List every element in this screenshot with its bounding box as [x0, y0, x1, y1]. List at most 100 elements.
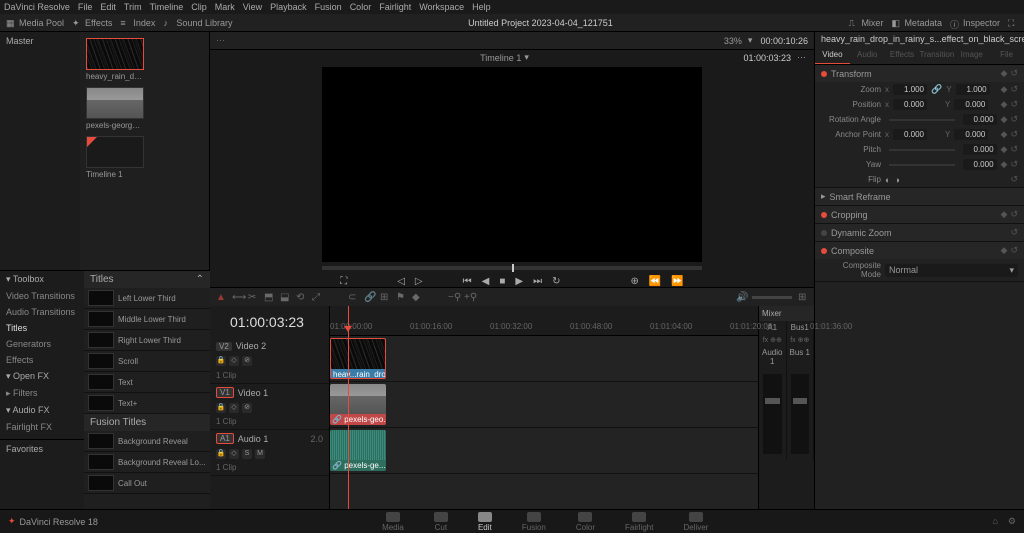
audiofx-header[interactable]: ▾ Audio FX: [0, 402, 84, 419]
collapse-icon[interactable]: ⌃: [196, 274, 204, 285]
composite-header[interactable]: Composite◆↺: [815, 242, 1024, 259]
pos-x[interactable]: 0.000: [893, 99, 927, 110]
title-item[interactable]: Left Lower Third: [84, 288, 210, 309]
title-item[interactable]: Right Lower Third: [84, 330, 210, 351]
flip-v-icon[interactable]: ◑: [894, 175, 899, 185]
dynamic-zoom-header[interactable]: Dynamic Zoom↺: [815, 224, 1024, 241]
menu-workspace[interactable]: Workspace: [419, 2, 464, 12]
rotation-val[interactable]: 0.000: [963, 114, 997, 125]
prev-frame-icon[interactable]: ◀: [482, 276, 490, 287]
timeline-thumb[interactable]: Timeline 1: [86, 136, 144, 179]
inspector-tab-transition[interactable]: Transition: [919, 46, 954, 64]
mixer-button[interactable]: ⎍Mixer: [848, 18, 883, 28]
menu-edit[interactable]: Edit: [100, 2, 116, 12]
insert-icon[interactable]: ⬒: [264, 292, 274, 302]
menu-view[interactable]: View: [243, 2, 262, 12]
fader-bus1[interactable]: [791, 374, 810, 454]
last-frame-icon[interactable]: ⏭: [533, 276, 542, 287]
smart-reframe-header[interactable]: ▸Smart Reframe: [815, 188, 1024, 205]
mark-in-icon[interactable]: ◁: [397, 276, 405, 287]
timeline-timecode[interactable]: 01:00:03:23: [210, 306, 329, 338]
clip-a1[interactable]: 🔗 pexels-ge...: [330, 430, 386, 471]
reset-icon[interactable]: ↺: [1010, 68, 1018, 79]
track-lane-a1[interactable]: 🔗 pexels-ge...: [330, 428, 758, 474]
blade-tool-icon[interactable]: ✂: [248, 292, 258, 302]
inspector-tab-audio[interactable]: Audio: [850, 46, 885, 64]
menu-help[interactable]: Help: [472, 2, 491, 12]
yaw-val[interactable]: 0.000: [963, 159, 997, 170]
flag-icon[interactable]: ⚑: [396, 292, 406, 302]
link-icon[interactable]: 🔗: [364, 292, 374, 302]
toolbox-titles[interactable]: Titles: [0, 320, 84, 336]
timeline-ruler[interactable]: 01:00:00:00 01:00:16:00 01:00:32:00 01:0…: [330, 306, 758, 336]
link-icon[interactable]: 🔗: [931, 84, 942, 95]
title-item[interactable]: Background Reveal Lo...: [84, 452, 210, 473]
page-media[interactable]: Media: [382, 512, 404, 532]
menu-fusion[interactable]: Fusion: [315, 2, 342, 12]
track-head-v1[interactable]: V1Video 1 🔒◇⊘ 1 Clip: [210, 384, 329, 430]
fit-icon[interactable]: ⤢: [312, 292, 322, 302]
zoom-in-icon[interactable]: +⚲: [464, 292, 474, 302]
track-head-v2[interactable]: V2Video 2 🔒◇⊘ 1 Clip: [210, 338, 329, 384]
volume-icon[interactable]: 🔊: [736, 292, 746, 302]
timeline-name[interactable]: Timeline 1: [480, 53, 521, 63]
openfx-header[interactable]: ▾ Open FX: [0, 368, 84, 385]
toolbox-effects[interactable]: Effects: [0, 352, 84, 368]
menu-file[interactable]: File: [78, 2, 93, 12]
composite-mode-select[interactable]: Normal▾: [885, 264, 1018, 277]
settings-icon[interactable]: ⚙: [1008, 516, 1016, 527]
clip-thumb[interactable]: pexels-george-mo...: [86, 87, 144, 130]
yaw-slider[interactable]: [889, 164, 955, 166]
track-lane-v2[interactable]: heav...rain_dro...: [330, 336, 758, 382]
overwrite-icon[interactable]: ⬓: [280, 292, 290, 302]
playhead[interactable]: [348, 306, 349, 509]
flip-h-icon[interactable]: ◐: [885, 175, 890, 185]
menu-mark[interactable]: Mark: [215, 2, 235, 12]
match-frame-icon[interactable]: ⊕: [630, 276, 638, 287]
zoom-pct[interactable]: 33%: [724, 36, 742, 46]
clip-v2[interactable]: heav...rain_dro...: [330, 338, 386, 379]
track-head-a1[interactable]: A1Audio 12.0 🔒◇SM 1 Clip: [210, 430, 329, 476]
master-bin[interactable]: Master: [0, 32, 80, 50]
timeline-options-icon[interactable]: ⊞: [798, 292, 808, 302]
auto-select-icon[interactable]: ◇: [229, 356, 239, 366]
page-cut[interactable]: Cut: [434, 512, 448, 532]
inspector-button[interactable]: ⓘInspector: [950, 18, 1000, 28]
inspector-tab-image[interactable]: Image: [954, 46, 989, 64]
replace-icon[interactable]: ⟲: [296, 292, 306, 302]
selection-tool-icon[interactable]: ▲: [216, 292, 226, 302]
page-color[interactable]: Color: [576, 512, 595, 532]
title-item[interactable]: Text+: [84, 393, 210, 414]
track-lane-v1[interactable]: 🔗 pexels-geo...: [330, 382, 758, 428]
trim-tool-icon[interactable]: ⟷: [232, 292, 242, 302]
transform-header[interactable]: Transform◆↺: [815, 65, 1024, 82]
menu-trim[interactable]: Trim: [124, 2, 142, 12]
toolbox-fairlightfx[interactable]: Fairlight FX: [0, 419, 84, 435]
play-icon[interactable]: ▶: [515, 276, 523, 287]
menu-color[interactable]: Color: [350, 2, 372, 12]
inspector-tab-file[interactable]: File: [989, 46, 1024, 64]
pos-y[interactable]: 0.000: [954, 99, 988, 110]
toolbox-video-transitions[interactable]: Video Transitions: [0, 288, 84, 304]
effects-button[interactable]: ✦Effects: [72, 18, 112, 28]
home-icon[interactable]: ⌂: [992, 516, 997, 527]
page-deliver[interactable]: Deliver: [683, 512, 708, 532]
menu-playback[interactable]: Playback: [270, 2, 307, 12]
title-item[interactable]: Middle Lower Third: [84, 309, 210, 330]
disable-icon[interactable]: ⊘: [242, 356, 252, 366]
keyframe-icon[interactable]: ◆: [1001, 68, 1008, 79]
toolbox-header[interactable]: ▾ Toolbox: [0, 271, 84, 288]
cropping-header[interactable]: Cropping◆↺: [815, 206, 1024, 223]
first-frame-icon[interactable]: ⏮: [463, 276, 472, 287]
metadata-button[interactable]: ◧Metadata: [891, 18, 942, 28]
lock-icon[interactable]: 🔒: [216, 356, 226, 366]
viewer[interactable]: [322, 67, 702, 262]
loop-icon[interactable]: ↻: [552, 276, 560, 287]
toolbox-filters[interactable]: ▸ Filters: [0, 385, 84, 402]
title-item[interactable]: Call Out: [84, 473, 210, 494]
pitch-val[interactable]: 0.000: [963, 144, 997, 155]
page-fusion[interactable]: Fusion: [522, 512, 546, 532]
stop-icon[interactable]: ■: [499, 276, 505, 287]
menu-timeline[interactable]: Timeline: [150, 2, 184, 12]
title-item[interactable]: Text: [84, 372, 210, 393]
